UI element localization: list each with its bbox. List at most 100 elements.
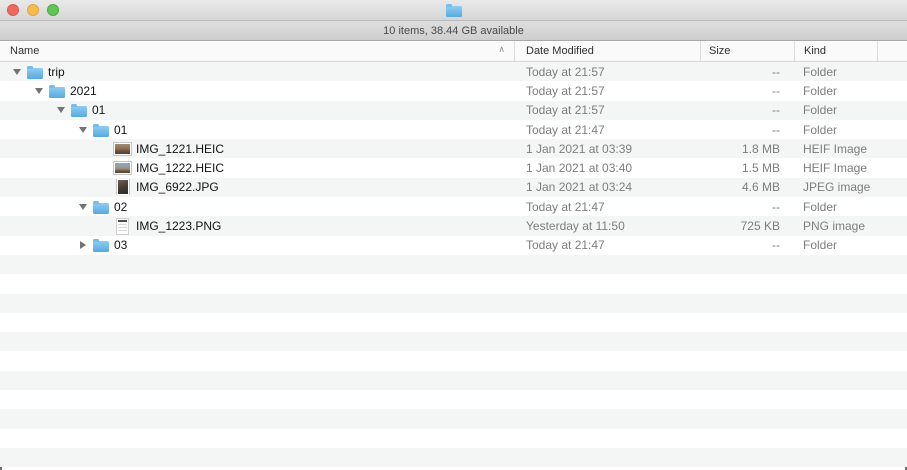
table-row[interactable]: IMG_1221.HEIC1 Jan 2021 at 03:391.8 MBHE… [0,139,907,158]
empty-row [0,294,907,313]
name-cell: IMG_1223.PNG [0,218,514,235]
folder-icon [49,87,65,98]
empty-row [0,332,907,351]
folder-icon [93,126,109,137]
name-cell: IMG_1222.HEIC [0,161,514,175]
triangle-glyph [57,107,65,113]
file-name: 01 [92,103,105,117]
window-titlebar[interactable] [0,0,907,21]
column-header-kind-label: Kind [804,45,826,57]
disclosure-triangle-expanded[interactable] [74,204,92,210]
table-row[interactable]: tripToday at 21:57--Folder [0,62,907,81]
zoom-button[interactable] [47,4,59,16]
icon-slot [114,179,131,195]
heif-thumbnail-2 [114,162,131,174]
disclosure-triangle-collapsed[interactable] [74,241,92,249]
disclosure-triangle-expanded[interactable] [74,127,92,133]
file-kind: Folder [794,84,907,98]
column-header-name[interactable]: Name ∧ [0,41,514,61]
column-header-date-label: Date Modified [526,45,594,57]
name-cell: 02 [0,200,514,214]
file-name: trip [48,65,65,79]
table-row[interactable]: IMG_6922.JPG1 Jan 2021 at 03:244.6 MBJPE… [0,178,907,197]
table-row[interactable]: 01Today at 21:57--Folder [0,101,907,120]
minimize-button[interactable] [27,4,39,16]
triangle-glyph [79,204,87,210]
table-row[interactable]: 02Today at 21:47--Folder [0,197,907,216]
table-row[interactable]: 2021Today at 21:57--Folder [0,81,907,100]
file-list: tripToday at 21:57--Folder2021Today at 2… [0,62,907,470]
folder-icon [93,203,109,214]
file-size: -- [700,200,794,214]
column-header-row: Name ∧ Date Modified Size Kind [0,41,907,62]
name-cell: IMG_1221.HEIC [0,142,514,156]
indent-spacer [0,71,8,72]
file-kind: PNG image [794,219,907,233]
column-header-size[interactable]: Size [700,41,794,61]
column-header-kind[interactable]: Kind [794,41,877,61]
file-name: 02 [114,200,127,214]
jpeg-thumbnail [117,179,129,195]
indent-spacer [0,245,74,246]
table-row[interactable]: IMG_1223.PNG Yesterday at 11:50725 KBPNG … [0,216,907,235]
date-modified: Yesterday at 11:50 [514,219,700,233]
name-cell: IMG_6922.JPG [0,179,514,195]
triangle-glyph [13,69,21,75]
name-cell: 2021 [0,84,514,98]
status-bar: 10 items, 38.44 GB available [0,21,907,41]
file-size: 1.8 MB [700,142,794,156]
file-name: IMG_1221.HEIC [136,142,224,156]
indent-spacer [0,110,52,111]
finder-window: 10 items, 38.44 GB available Name ∧ Date… [0,0,907,470]
file-name: IMG_1223.PNG [136,219,221,233]
empty-row [0,429,907,448]
file-name: 01 [114,123,127,137]
disclosure-triangle-expanded[interactable] [52,107,70,113]
icon-slot [92,123,109,137]
file-kind: Folder [794,238,907,252]
date-modified: 1 Jan 2021 at 03:24 [514,180,700,194]
file-kind: HEIF Image [794,142,907,156]
indent-spacer [0,129,74,130]
empty-row [0,351,907,370]
icon-slot [48,84,65,98]
table-row[interactable]: IMG_1222.HEIC1 Jan 2021 at 03:401.5 MBHE… [0,158,907,177]
file-size: -- [700,84,794,98]
file-name: IMG_1222.HEIC [136,161,224,175]
icon-slot [92,238,109,252]
disclosure-triangle-expanded[interactable] [8,69,26,75]
table-row[interactable]: 03Today at 21:47--Folder [0,236,907,255]
empty-row [0,409,907,428]
folder-proxy-icon[interactable] [446,6,462,17]
icon-slot [92,200,109,214]
file-size: -- [700,123,794,137]
column-header-name-label: Name [10,45,39,57]
icon-slot [26,65,43,79]
icon-slot [114,143,131,155]
file-name: IMG_6922.JPG [136,180,219,194]
disclosure-triangle-expanded[interactable] [30,88,48,94]
triangle-glyph [80,241,86,249]
file-size: 1.5 MB [700,161,794,175]
column-header-date-modified[interactable]: Date Modified [514,41,700,61]
heif-thumbnail-1 [114,143,131,155]
empty-row [0,371,907,390]
traffic-lights [7,4,59,16]
indent-spacer [0,206,74,207]
name-cell: 01 [0,103,514,117]
png-thumbnail [116,218,129,235]
icon-slot [70,103,87,117]
sort-ascending-icon: ∧ [498,44,505,55]
table-row[interactable]: 01Today at 21:47--Folder [0,120,907,139]
file-size: -- [700,238,794,252]
indent-spacer [0,90,30,91]
close-button[interactable] [7,4,19,16]
file-size: 725 KB [700,219,794,233]
triangle-glyph [35,88,43,94]
triangle-glyph [79,127,87,133]
date-modified: Today at 21:47 [514,123,700,137]
file-name: 2021 [70,84,97,98]
file-kind: Folder [794,103,907,117]
column-header-size-label: Size [709,45,730,57]
name-cell: 01 [0,123,514,137]
